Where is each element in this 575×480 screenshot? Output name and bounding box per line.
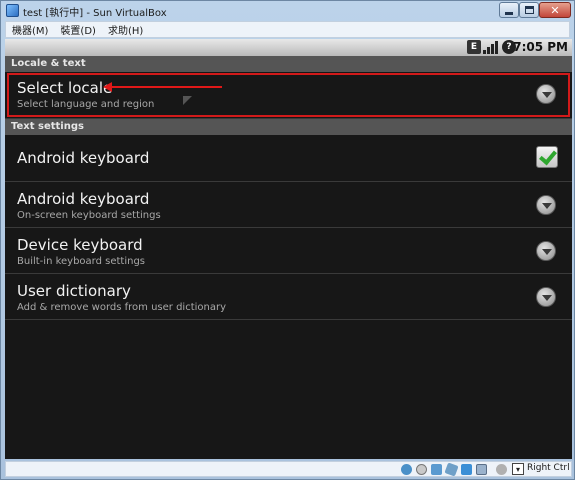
setting-device-keyboard[interactable]: Device keyboard Built-in keyboard settin…: [5, 228, 572, 274]
virtualbox-window: test [執行中] - Sun VirtualBox ✕ 機器(M) 裝置(D…: [0, 0, 575, 480]
setting-title: Android keyboard: [17, 149, 150, 167]
setting-summary: Built-in keyboard settings: [17, 256, 146, 267]
chevron-down-icon: [536, 195, 556, 215]
chevron-down-icon: [536, 241, 556, 261]
menu-help[interactable]: 求助(H): [102, 22, 149, 37]
chevron-down-icon: [536, 287, 556, 307]
maximize-icon: [524, 6, 534, 14]
setting-user-dictionary[interactable]: User dictionary Add & remove words from …: [5, 274, 572, 320]
signal-strength-icon: [483, 40, 499, 54]
android-screen[interactable]: E ? 7:05 PM Locale & text Select locale …: [5, 39, 572, 459]
annotation-arrow: [108, 86, 222, 88]
android-status-bar: E ? 7:05 PM: [5, 39, 572, 56]
setting-summary: On-screen keyboard settings: [17, 210, 161, 221]
setting-title: Android keyboard: [17, 190, 150, 208]
annotation-arrow-head: [103, 82, 112, 92]
section-header-locale: Locale & text: [5, 56, 572, 72]
vbox-status-bar: ▾ Right Ctrl: [5, 461, 572, 477]
close-button[interactable]: ✕: [539, 2, 571, 18]
host-key-label: Right Ctrl: [527, 463, 570, 473]
status-time: 7:05 PM: [513, 40, 568, 54]
virtualbox-app-icon: [6, 4, 19, 17]
section-header-text: Text settings: [5, 119, 572, 135]
window-title: test [執行中] - Sun VirtualBox: [23, 8, 167, 19]
title-bar[interactable]: test [執行中] - Sun VirtualBox ✕: [1, 1, 574, 21]
setting-title: User dictionary: [17, 282, 131, 300]
menu-devices[interactable]: 裝置(D): [54, 22, 102, 37]
setting-summary: Add & remove words from user dictionary: [17, 302, 227, 313]
setting-android-keyboard-toggle[interactable]: Android keyboard: [5, 135, 572, 182]
cdrom-icon[interactable]: [416, 464, 427, 475]
minimize-icon: [505, 11, 513, 15]
menu-machine[interactable]: 機器(M): [6, 22, 54, 37]
shared-folder-icon[interactable]: [461, 464, 472, 475]
minimize-button[interactable]: [499, 2, 519, 18]
setting-android-keyboard[interactable]: Android keyboard On-screen keyboard sett…: [5, 182, 572, 228]
maximize-button[interactable]: [519, 2, 539, 18]
mouse-cursor-icon: [183, 96, 192, 105]
network-icon[interactable]: [431, 464, 442, 475]
usb-icon[interactable]: [444, 462, 459, 477]
checkbox-checked-icon[interactable]: [536, 146, 558, 168]
network-type-icon: E: [467, 40, 481, 54]
menu-bar: 機器(M) 裝置(D) 求助(H): [5, 21, 570, 38]
mouse-integration-icon[interactable]: [496, 464, 507, 475]
host-key-icon: ▾: [512, 463, 524, 475]
harddisk-icon[interactable]: [401, 464, 412, 475]
annotation-highlight-box: [7, 73, 570, 117]
close-icon: ✕: [550, 3, 560, 17]
setting-title: Device keyboard: [17, 236, 143, 254]
display-icon[interactable]: [476, 464, 487, 475]
